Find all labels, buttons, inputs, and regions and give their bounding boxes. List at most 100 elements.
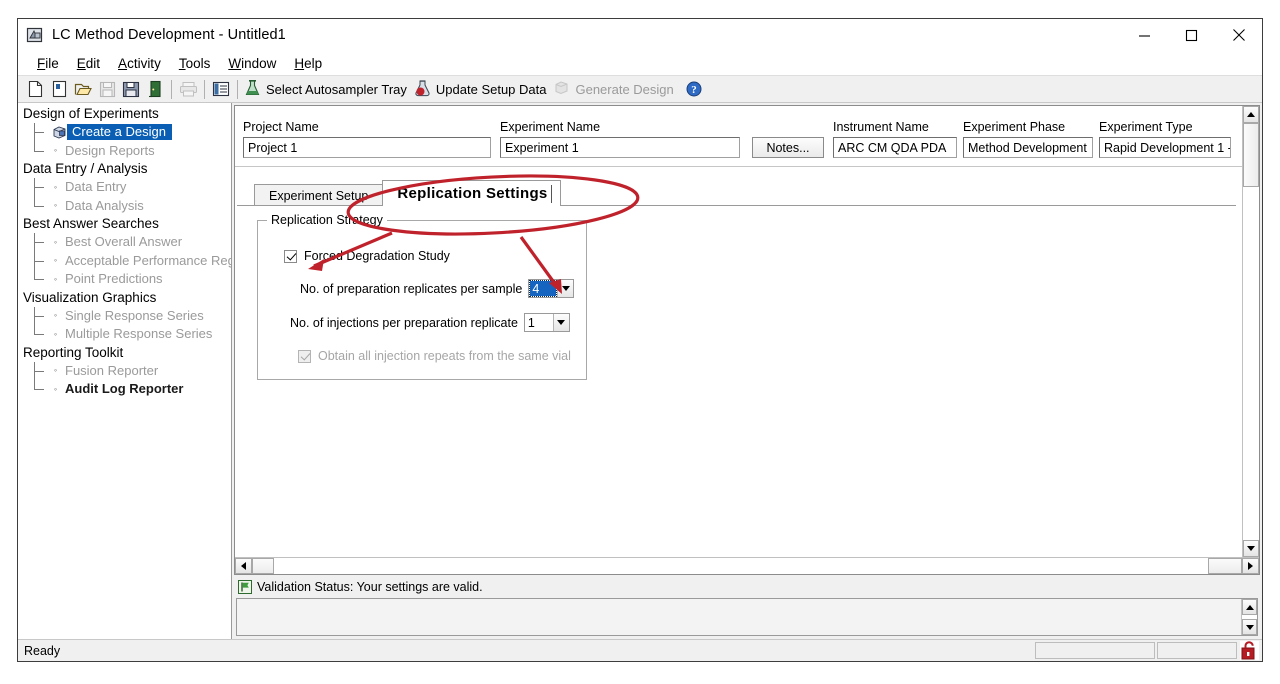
prep-replicates-label: No. of preparation replicates per sample	[300, 282, 522, 296]
save-as-icon[interactable]	[119, 78, 143, 101]
injections-per-replicate-value: 1	[525, 314, 553, 331]
project-name-input[interactable]: Project 1	[243, 137, 491, 158]
message-box-scrollbar[interactable]	[1241, 599, 1257, 635]
status-pane-1	[1035, 642, 1155, 659]
sidebar-item-single-response-series[interactable]: ◦ Single Response Series	[21, 307, 231, 326]
tab-replication-settings[interactable]: Replication Settings	[382, 180, 560, 206]
application-window: LC Method Development - Untitled1 File E…	[17, 18, 1263, 662]
prep-replicates-row: No. of preparation replicates per sample…	[300, 279, 574, 298]
help-question-icon[interactable]: ?	[682, 78, 706, 101]
navigation-tree: Design of Experiments Create a Design ◦ …	[18, 103, 232, 639]
menu-item-tools[interactable]: Tools	[170, 54, 220, 73]
svg-text:?: ?	[691, 84, 697, 96]
toolbar-action-label: Generate Design	[575, 82, 673, 97]
prep-replicates-dropdown[interactable]: 4	[528, 279, 574, 298]
instrument-name-input[interactable]: ARC CM QDA PDA	[833, 137, 957, 158]
sidebar-item-data-entry[interactable]: ◦ Data Entry	[21, 178, 231, 197]
scroll-right-button[interactable]	[1242, 558, 1259, 574]
experiment-header-fields: Project Name Project 1 Experiment Name E…	[235, 106, 1242, 158]
horizontal-scroll-thumb[interactable]	[252, 558, 274, 574]
same-vial-checkbox	[298, 350, 311, 363]
menu-item-file[interactable]: File	[28, 54, 68, 73]
sidebar-item-data-analysis[interactable]: ◦ Data Analysis	[21, 197, 231, 216]
bullet-icon: ◦	[51, 385, 60, 394]
window-title: LC Method Development - Untitled1	[52, 27, 286, 43]
content-vertical-scrollbar[interactable]	[1242, 106, 1259, 557]
message-scroll-up-button[interactable]	[1242, 599, 1257, 615]
sidebar-item-fusion-reporter[interactable]: ◦ Fusion Reporter	[21, 362, 231, 381]
toolbar-separator-3	[237, 80, 238, 99]
app-logo-icon	[26, 26, 44, 44]
tree-line	[29, 142, 51, 161]
content-horizontal-scrollbar[interactable]	[235, 557, 1259, 574]
injections-per-replicate-dropdown[interactable]: 1	[524, 313, 570, 332]
minimize-button[interactable]	[1121, 19, 1168, 51]
sidebar-item-label: Single Response Series	[60, 309, 204, 323]
chevron-down-icon[interactable]	[557, 280, 573, 297]
message-scroll-track[interactable]	[1242, 615, 1257, 619]
notes-button[interactable]: Notes...	[752, 137, 824, 158]
tab-experiment-setup[interactable]: Experiment Setup	[254, 184, 383, 206]
maximize-button[interactable]	[1168, 19, 1215, 51]
sidebar-item-point-predictions[interactable]: ◦ Point Predictions	[21, 270, 231, 289]
scroll-left-button[interactable]	[235, 558, 252, 574]
experiment-name-label: Experiment Name	[500, 120, 740, 134]
menu-item-help[interactable]: Help	[285, 54, 331, 73]
tree-line	[29, 362, 51, 381]
menu-item-edit[interactable]: Edit	[68, 54, 109, 73]
sidebar-item-create-a-design[interactable]: Create a Design	[21, 123, 231, 142]
print-icon	[176, 78, 200, 101]
tree-line	[29, 197, 51, 216]
exit-door-icon[interactable]	[143, 78, 167, 101]
beaker-icon	[414, 79, 431, 100]
tree-line	[29, 380, 51, 399]
red-unlocked-padlock-icon[interactable]	[1239, 641, 1259, 660]
instrument-name-label: Instrument Name	[833, 120, 957, 134]
message-scroll-down-button[interactable]	[1242, 619, 1257, 635]
experiment-type-field-group: Experiment Type Rapid Development 1 -	[1099, 120, 1231, 158]
injections-per-replicate-row: No. of injections per preparation replic…	[290, 313, 570, 332]
open-folder-icon[interactable]	[71, 78, 95, 101]
tree-group-title: Visualization Graphics	[21, 289, 231, 307]
cube-icon	[553, 79, 570, 99]
status-pane-2	[1157, 642, 1237, 659]
close-button[interactable]	[1215, 19, 1262, 51]
menu-item-window[interactable]: Window	[219, 54, 285, 73]
toolbar-action-label: Update Setup Data	[436, 82, 547, 97]
sidebar-item-label: Best Overall Answer	[60, 235, 182, 249]
sidebar-item-acceptable-performance-region[interactable]: ◦ Acceptable Performance Region	[21, 252, 231, 271]
sidebar-item-audit-log-reporter[interactable]: ◦ Audit Log Reporter	[21, 380, 231, 399]
vertical-scroll-track[interactable]	[1243, 123, 1259, 540]
sidebar-item-multiple-response-series[interactable]: ◦ Multiple Response Series	[21, 325, 231, 344]
menu-bar: File Edit Activity Tools Window Help	[18, 51, 1262, 76]
experiment-name-input[interactable]: Experiment 1	[500, 137, 740, 158]
flask-icon	[244, 79, 261, 100]
sidebar-item-label: Fusion Reporter	[60, 364, 158, 378]
forced-degradation-study-checkbox[interactable]	[284, 250, 297, 263]
chevron-down-icon[interactable]	[553, 314, 569, 331]
experiment-phase-input[interactable]: Method Development	[963, 137, 1093, 158]
message-output-body[interactable]	[237, 599, 1241, 635]
sidebar-item-best-overall-answer[interactable]: ◦ Best Overall Answer	[21, 233, 231, 252]
scroll-up-button[interactable]	[1243, 106, 1259, 123]
message-output-box[interactable]	[236, 598, 1258, 636]
horizontal-scroll-track[interactable]	[252, 558, 1242, 574]
sidebar-item-label: Multiple Response Series	[60, 327, 212, 341]
toolbar-action-update-setup-data[interactable]: Update Setup Data	[412, 78, 552, 101]
sidebar-item-label: Point Predictions	[60, 272, 163, 286]
horizontal-scroll-thumb-end[interactable]	[1208, 558, 1242, 574]
tree-line	[29, 123, 51, 142]
status-bar: Ready	[18, 639, 1262, 661]
new-from-template-icon[interactable]	[47, 78, 71, 101]
sidebar-item-design-reports[interactable]: ◦ Design Reports	[21, 142, 231, 161]
forced-degradation-study-checkbox-row[interactable]: Forced Degradation Study	[284, 249, 450, 263]
menu-item-activity[interactable]: Activity	[109, 54, 170, 73]
vertical-scroll-thumb[interactable]	[1243, 123, 1259, 187]
scroll-down-button[interactable]	[1243, 540, 1259, 557]
properties-list-icon[interactable]	[209, 78, 233, 101]
experiment-phase-field-group: Experiment Phase Method Development	[963, 120, 1093, 158]
toolbar-action-select-autosampler-tray[interactable]: Select Autosampler Tray	[242, 78, 412, 101]
new-document-icon[interactable]	[23, 78, 47, 101]
experiment-type-input[interactable]: Rapid Development 1 -	[1099, 137, 1231, 158]
bullet-icon: ◦	[51, 256, 60, 265]
